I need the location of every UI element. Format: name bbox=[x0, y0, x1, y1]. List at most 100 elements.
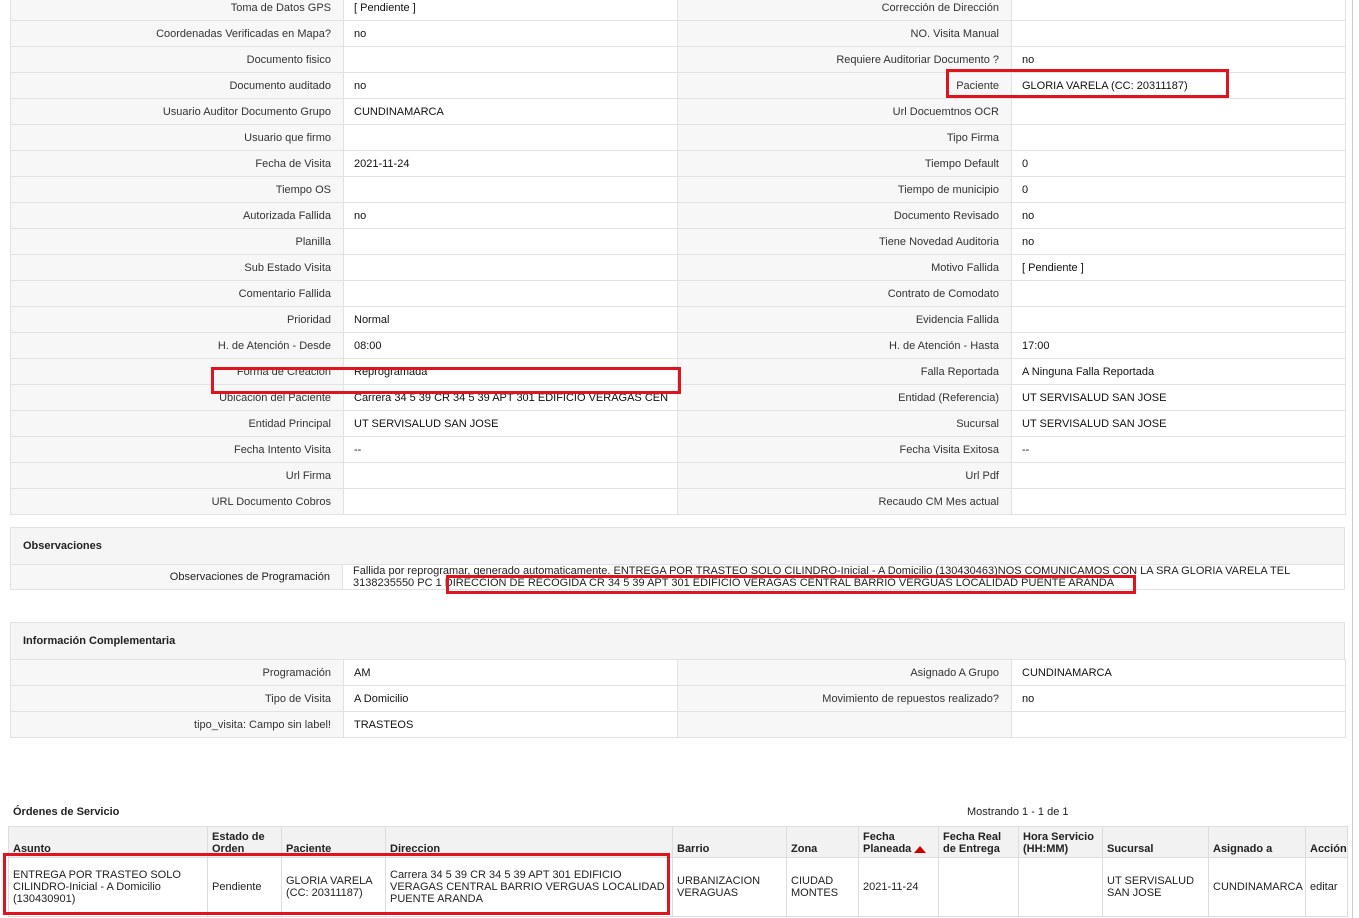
value-fecha-intento-visita: -- bbox=[343, 436, 678, 463]
column-header-label: Paciente bbox=[286, 843, 332, 855]
observaciones-label: Observaciones de Programación bbox=[11, 565, 343, 589]
label-h-de-atencion-desde: H. de Atención - Desde bbox=[10, 332, 344, 359]
value-empty bbox=[1011, 711, 1346, 738]
column-header-direccion[interactable]: Direccion bbox=[385, 826, 673, 858]
column-header-label: Asignado a bbox=[1213, 843, 1273, 855]
cell-accion[interactable]: editar bbox=[1305, 857, 1348, 917]
value-usuario-que-firmo bbox=[343, 124, 678, 151]
column-header-zona[interactable]: Zona bbox=[786, 826, 859, 858]
label-url-pdf: Url Pdf bbox=[677, 462, 1012, 489]
value-tipo-visita-campo-sin-label: TRASTEOS bbox=[343, 711, 678, 738]
column-header-paciente[interactable]: Paciente bbox=[281, 826, 386, 858]
value-asignado-a-grupo: CUNDINAMARCA bbox=[1011, 659, 1346, 686]
detail-row: Programación AM Asignado A Grupo CUNDINAMAR… bbox=[10, 659, 1346, 686]
value-documento-auditado: no bbox=[343, 72, 678, 99]
column-header-fecha-planeada[interactable]: Fecha Planeada bbox=[858, 826, 939, 858]
column-header-accion[interactable]: Acción bbox=[1305, 826, 1348, 858]
value-url-documento-cobros bbox=[343, 488, 678, 515]
label-tipo-de-visita: Tipo de Visita bbox=[10, 685, 344, 712]
label-fecha-de-visita: Fecha de Visita bbox=[10, 150, 344, 177]
label-tiempo-os: Tiempo OS bbox=[10, 176, 344, 203]
value-paciente: GLORIA VARELA (CC: 20311187) bbox=[1011, 72, 1346, 99]
label-coordenadas-verificadas-en-mapa: Coordenadas Verificadas en Mapa? bbox=[10, 20, 344, 47]
value-programacion: AM bbox=[343, 659, 678, 686]
label-autorizada-fallida: Autorizada Fallida bbox=[10, 202, 344, 229]
cell-direccion: Carrera 34 5 39 CR 34 5 39 APT 301 EDIFI… bbox=[385, 857, 673, 917]
value-usuario-auditor-documento-grupo: CUNDINAMARCA bbox=[343, 98, 678, 125]
value-h-de-atencion-hasta: 17:00 bbox=[1011, 332, 1346, 359]
value-url-pdf bbox=[1011, 462, 1346, 489]
value-fecha-de-visita: 2021-11-24 bbox=[343, 150, 678, 177]
label-asignado-a-grupo: Asignado A Grupo bbox=[677, 659, 1012, 686]
label-falla-reportada: Falla Reportada bbox=[677, 358, 1012, 385]
ordenes-count: Mostrando 1 - 1 de 1 bbox=[967, 806, 1069, 818]
column-header-fecha-real-de-entrega[interactable]: Fecha Real de Entrega bbox=[938, 826, 1019, 858]
value-motivo-fallida: [ Pendiente ] bbox=[1011, 254, 1346, 281]
detail-row: Prioridad Normal Evidencia Fallida bbox=[10, 306, 1346, 333]
value-h-de-atencion-desde: 08:00 bbox=[343, 332, 678, 359]
column-header-label: Direccion bbox=[390, 843, 441, 855]
cell-sucursal: UT SERVISALUD SAN JOSE bbox=[1102, 857, 1209, 917]
label-contrato-de-comodato: Contrato de Comodato bbox=[677, 280, 1012, 307]
complementaria-section: Información Complementaria bbox=[10, 622, 1345, 659]
label-sucursal: Sucursal bbox=[677, 410, 1012, 437]
column-header-label: Acción bbox=[1310, 843, 1347, 855]
column-header-barrio[interactable]: Barrio bbox=[672, 826, 787, 858]
value-tiene-novedad-auditoria: no bbox=[1011, 228, 1346, 255]
value-fecha-visita-exitosa: -- bbox=[1011, 436, 1346, 463]
detail-row: Tiempo OS Tiempo de municipio 0 bbox=[10, 176, 1346, 203]
value-prioridad: Normal bbox=[343, 306, 678, 333]
column-header-asignado-a[interactable]: Asignado a bbox=[1208, 826, 1306, 858]
complementaria-grid: Programación AM Asignado A Grupo CUNDINAMAR… bbox=[10, 659, 1346, 738]
value-documento-revisado: no bbox=[1011, 202, 1346, 229]
value-sucursal: UT SERVISALUD SAN JOSE bbox=[1011, 410, 1346, 437]
detail-row: tipo_visita: Campo sin label! TRASTEOS bbox=[10, 711, 1346, 738]
value-comentario-fallida bbox=[343, 280, 678, 307]
column-header-asunto[interactable]: Asunto bbox=[8, 826, 208, 858]
value-ubicacion-del-paciente: Carrera 34 5 39 CR 34 5 39 APT 301 EDIFI… bbox=[343, 384, 678, 411]
label-programacion: Programación bbox=[10, 659, 344, 686]
label-fecha-visita-exitosa: Fecha Visita Exitosa bbox=[677, 436, 1012, 463]
column-header-sucursal[interactable]: Sucursal bbox=[1102, 826, 1209, 858]
cell-asignado: CUNDINAMARCA bbox=[1208, 857, 1306, 917]
value-toma-de-datos-gps: [ Pendiente ] bbox=[343, 0, 678, 21]
detail-row: Documento auditado no Paciente GLORIA VAREL… bbox=[10, 72, 1346, 99]
column-header-estado-de-orden[interactable]: Estado de Orden bbox=[207, 826, 282, 858]
detail-row: Usuario que firmo Tipo Firma bbox=[10, 124, 1346, 151]
column-header-hora-servicio-hh-mm[interactable]: Hora Servicio (HH:MM) bbox=[1018, 826, 1103, 858]
ordenes-title: Órdenes de Servicio bbox=[13, 806, 120, 818]
cell-estado: Pendiente bbox=[207, 857, 282, 917]
label-requiere-auditoriar-documento: Requiere Auditoriar Documento ? bbox=[677, 46, 1012, 73]
ordenes-table: Asunto Estado de Orden Paciente Direccion Ba… bbox=[8, 826, 1348, 917]
label-empty bbox=[677, 711, 1012, 738]
detail-row: URL Documento Cobros Recaudo CM Mes actua… bbox=[10, 488, 1346, 515]
cell-zona: CIUDAD MONTES bbox=[786, 857, 859, 917]
label-evidencia-fallida: Evidencia Fallida bbox=[677, 306, 1012, 333]
table-row[interactable]: ENTREGA POR TRASTEO SOLO CILINDRO-Inicia… bbox=[8, 857, 1348, 917]
detail-row: Planilla Tiene Novedad Auditoria no bbox=[10, 228, 1346, 255]
label-usuario-que-firmo: Usuario que firmo bbox=[10, 124, 344, 151]
value-evidencia-fallida bbox=[1011, 306, 1346, 333]
label-ubicacion-del-paciente: Ubicación del Paciente bbox=[10, 384, 344, 411]
detail-row: H. de Atención - Desde 08:00 H. de Atenció… bbox=[10, 332, 1346, 359]
sort-ascending-icon[interactable] bbox=[914, 845, 927, 853]
detail-row: Ubicación del Paciente Carrera 34 5 39 CR… bbox=[10, 384, 1346, 411]
value-sub-estado-visita bbox=[343, 254, 678, 281]
label-toma-de-datos-gps: Toma de Datos GPS bbox=[10, 0, 344, 21]
observaciones-section: Observaciones Observaciones de Programac… bbox=[10, 527, 1345, 590]
column-header-label: Fecha Real de Entrega bbox=[943, 831, 1002, 855]
detail-row: Comentario Fallida Contrato de Comodato bbox=[10, 280, 1346, 307]
value-tiempo-os bbox=[343, 176, 678, 203]
value-movimiento-de-repuestos-realizado: no bbox=[1011, 685, 1346, 712]
column-header-label: Fecha Planeada bbox=[863, 831, 912, 855]
detail-row: Sub Estado Visita Motivo Fallida[ Pendien… bbox=[10, 254, 1346, 281]
value-coordenadas-verificadas-en-mapa: no bbox=[343, 20, 678, 47]
value-tipo-de-visita: A Domicilio bbox=[343, 685, 678, 712]
value-documento-fisico bbox=[343, 46, 678, 73]
cell-asunto: ENTREGA POR TRASTEO SOLO CILINDRO-Inicia… bbox=[8, 857, 208, 917]
label-no-visita-manual: NO. Visita Manual bbox=[677, 20, 1012, 47]
value-entidad-principal: UT SERVISALUD SAN JOSE bbox=[343, 410, 678, 437]
observaciones-title: Observaciones bbox=[23, 540, 102, 552]
value-forma-de-creacion: Reprogramada bbox=[343, 358, 678, 385]
label-documento-revisado: Documento Revisado bbox=[677, 202, 1012, 229]
